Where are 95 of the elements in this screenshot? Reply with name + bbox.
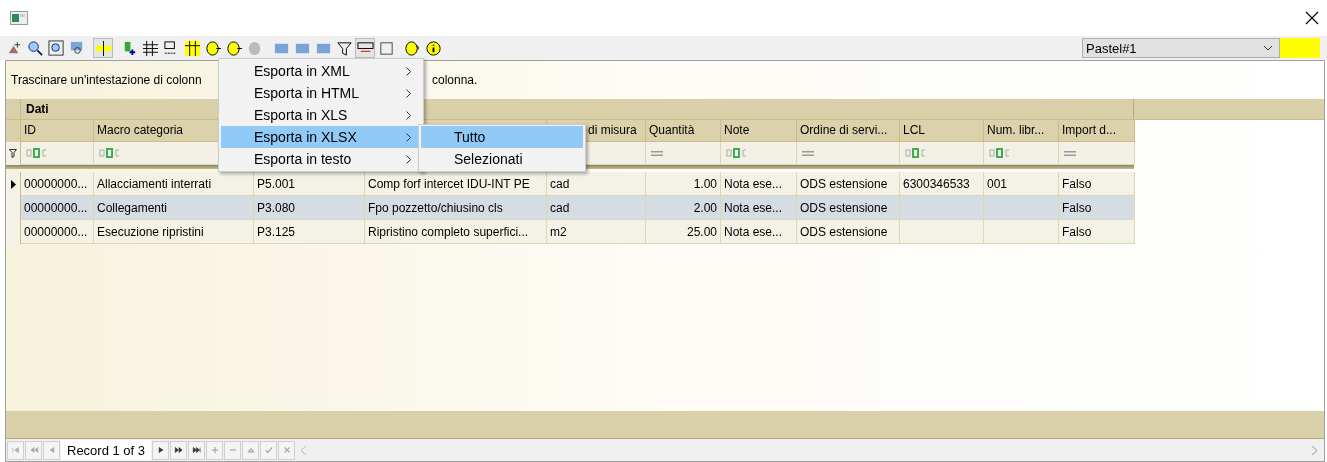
column-header[interactable]: Num. libr... [984,120,1059,142]
chevron-right-icon [406,110,411,120]
chevron-right-icon [406,88,411,98]
table-cell: Nota ese... [721,220,797,244]
next-page-icon [173,445,184,455]
export-button[interactable] [203,38,223,58]
move-up-button[interactable] [242,440,260,460]
theme-dropdown[interactable]: Pastel#1 [1082,38,1280,58]
column-header[interactable]: Quantità [646,120,721,142]
filter-cell[interactable] [797,142,900,165]
filter-cell[interactable] [721,142,797,165]
zoom-in-button[interactable] [25,38,45,58]
group-hint-text: Trascinare un'intestazione di colonn [11,73,203,87]
chevron-right-icon [406,154,411,164]
help-icon [403,39,421,57]
table-row[interactable]: 00000000... Collegamenti P3.080 Fpo pozzetto/chiusino cls cad 2.00 Nota ese... ODS estensione Falso [6,196,1134,220]
next-record-button[interactable] [152,440,170,460]
last-record-button[interactable] [188,440,206,460]
chevron-right-icon [406,132,411,142]
last-record-icon [191,445,202,455]
filter-cell[interactable] [984,142,1059,165]
confirm-button[interactable] [260,440,278,460]
zoom-in-icon [26,39,44,57]
table-cell: m2 [547,220,646,244]
text-filter-icon [99,148,121,158]
zoom-fit-icon [47,39,65,57]
cancel-button[interactable] [278,440,296,460]
next-record-icon [155,445,166,455]
close-icon[interactable] [1305,11,1319,25]
table-row[interactable]: 00000000... Esecuzione ripristini P3.125 Ripristino completo superfici... m2 25.00 Nota ese... ODS estensione Falso [6,220,1134,244]
menu-item[interactable]: Esporta in XML [221,60,421,82]
chevron-down-icon [1263,45,1273,51]
column-header[interactable]: Import d... [1059,120,1135,142]
menu-item[interactable]: Tutto [421,126,583,148]
scroll-right-icon[interactable] [1311,444,1318,456]
previous-record-button[interactable] [43,440,60,460]
cancel-icon [281,445,292,455]
menu-item[interactable]: Esporta in XLSX [221,126,421,148]
equals-filter-icon [802,150,814,156]
export-icon [225,39,243,57]
menu-item[interactable]: Selezionati [421,148,583,170]
group-hint-text: colonna. [432,73,478,87]
equals-filter-icon [651,150,663,156]
row-height-button[interactable] [93,38,113,58]
filter-icon [335,39,353,57]
scroll-left-icon[interactable] [300,444,308,456]
table-cell: 00000000... [21,220,94,244]
table-cell: Esecuzione ripristini [94,220,254,244]
info-button[interactable] [423,38,443,58]
filter-icon[interactable] [9,149,17,158]
previous-page-icon [28,445,39,455]
table-cell: ODS estensione [797,220,900,244]
color-swatch[interactable] [1280,38,1320,58]
text-filter-icon [905,148,927,158]
help-button[interactable] [402,38,422,58]
first-record-button[interactable] [7,440,24,460]
column-header[interactable]: ID [21,120,94,142]
text-filter-icon [26,148,48,158]
export-button[interactable] [224,38,244,58]
grid-lines-icon [141,39,159,57]
column-edit-icon [183,39,201,57]
table-cell: Ripristino completo superfici... [365,220,547,244]
add-icon [209,445,220,455]
next-page-button[interactable] [170,440,188,460]
zoom-fit-button[interactable] [46,38,66,58]
grid-layout-button[interactable] [355,38,375,58]
row-height-icon [94,39,112,57]
column-header[interactable]: Ordine di servi... [797,120,900,142]
info-icon [424,39,442,57]
filter-cell[interactable] [1059,142,1135,165]
current-row-icon [10,179,16,189]
table-cell: 25.00 [646,220,721,244]
app-icon [10,11,28,25]
column-header[interactable]: Note [721,120,797,142]
table-row[interactable]: 00000000... Allacciamenti interrati P5.001 Comp forf intercet IDU-INT PE cad 1.00 Nota ese... ODS estensione 6300346533 001 Falso [6,172,1134,196]
record-counter: Record 1 of 3 [61,440,152,460]
text-filter-icon [726,148,748,158]
filter-cell[interactable] [21,142,94,165]
filter-cell[interactable] [646,142,721,165]
menu-item[interactable]: Esporta in testo [221,148,421,170]
grid-lines-button[interactable] [140,38,160,58]
confirm-icon [263,445,274,455]
filter-cell[interactable] [900,142,984,165]
remove-button[interactable] [224,440,242,460]
table-cell: Falso [1059,220,1135,244]
export-icon [204,39,222,57]
previous-page-button[interactable] [25,440,42,460]
column-edit-button[interactable] [182,38,202,58]
move-up-icon [245,445,256,455]
column-header[interactable]: LCL [900,120,984,142]
equals-filter-icon [1064,150,1076,156]
chevron-right-icon [406,66,411,76]
first-record-icon [10,445,21,455]
table-cell: P3.125 [254,220,365,244]
text-filter-icon [989,148,1011,158]
